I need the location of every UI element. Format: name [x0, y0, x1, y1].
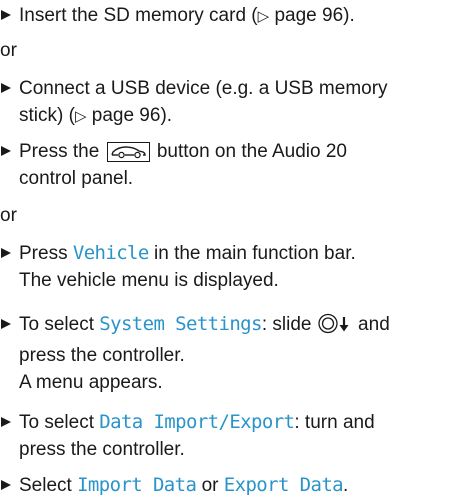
step-text: : slide: [261, 314, 317, 335]
step-select-system-settings: To select System Settings: slide and pre…: [0, 311, 468, 396]
step-text: Connect a USB device (e.g. a USB memory: [19, 78, 388, 99]
or-separator: or: [0, 205, 17, 226]
step-text: or: [196, 475, 224, 496]
step-text: Select: [19, 475, 78, 496]
step-text: stick) (: [19, 105, 75, 126]
bullet-triangle-icon: [1, 248, 11, 258]
step-connect-usb: Connect a USB device (e.g. a USB memory …: [0, 75, 468, 130]
step-text: in the main function bar.: [148, 243, 356, 264]
step-press-vehicle-button: Press the button on the Audio 20 control…: [0, 138, 468, 192]
bullet-triangle-icon: [1, 417, 11, 427]
step-text: To select: [19, 314, 100, 335]
vehicle-button-icon: [106, 142, 150, 162]
system-settings-menu-item[interactable]: System Settings: [99, 313, 262, 335]
step-text: control panel.: [19, 168, 134, 189]
step-text: button on the Audio 20: [151, 141, 347, 162]
bullet-triangle-icon: [1, 83, 11, 93]
step-text: press the controller.: [19, 345, 185, 366]
step-text: Insert the SD memory card (: [19, 5, 258, 26]
step-text: To select: [19, 412, 100, 433]
bullet-triangle-icon: [1, 319, 11, 329]
step-text: Press the: [19, 141, 105, 162]
page-reference[interactable]: page 96).: [86, 105, 172, 126]
bullet-triangle-icon: [1, 10, 11, 20]
step-text: .: [343, 475, 349, 496]
bullet-triangle-icon: [1, 146, 11, 156]
step-select-import-export-data: Select Import Data or Export Data.: [0, 472, 468, 499]
page-reference-arrow-icon: ▷: [257, 7, 270, 25]
step-text: : turn and: [294, 412, 375, 433]
data-import-export-menu-item[interactable]: Data Import/Export: [99, 411, 295, 433]
page-reference-arrow-icon: ▷: [74, 107, 87, 125]
step-press-vehicle-menu: Press Vehicle in the main function bar. …: [0, 240, 468, 294]
controller-slide-down-icon: [318, 313, 352, 342]
step-result: The vehicle menu is displayed.: [19, 270, 279, 291]
step-text: press the controller.: [19, 439, 185, 460]
vehicle-menu-item[interactable]: Vehicle: [73, 242, 149, 264]
step-select-data-import-export: To select Data Import/Export: turn and p…: [0, 409, 468, 463]
step-text: Press: [19, 243, 73, 264]
step-text: and: [352, 314, 390, 335]
manual-page: Insert the SD memory card (▷ page 96). o…: [0, 0, 468, 501]
page-reference[interactable]: page 96).: [269, 5, 354, 26]
import-data-menu-item[interactable]: Import Data: [77, 474, 197, 496]
or-separator: or: [0, 40, 17, 61]
bullet-triangle-icon: [1, 480, 11, 490]
step-result: A menu appears.: [19, 372, 163, 393]
step-insert-sd-card: Insert the SD memory card (▷ page 96).: [0, 2, 468, 30]
export-data-menu-item[interactable]: Export Data: [224, 474, 344, 496]
